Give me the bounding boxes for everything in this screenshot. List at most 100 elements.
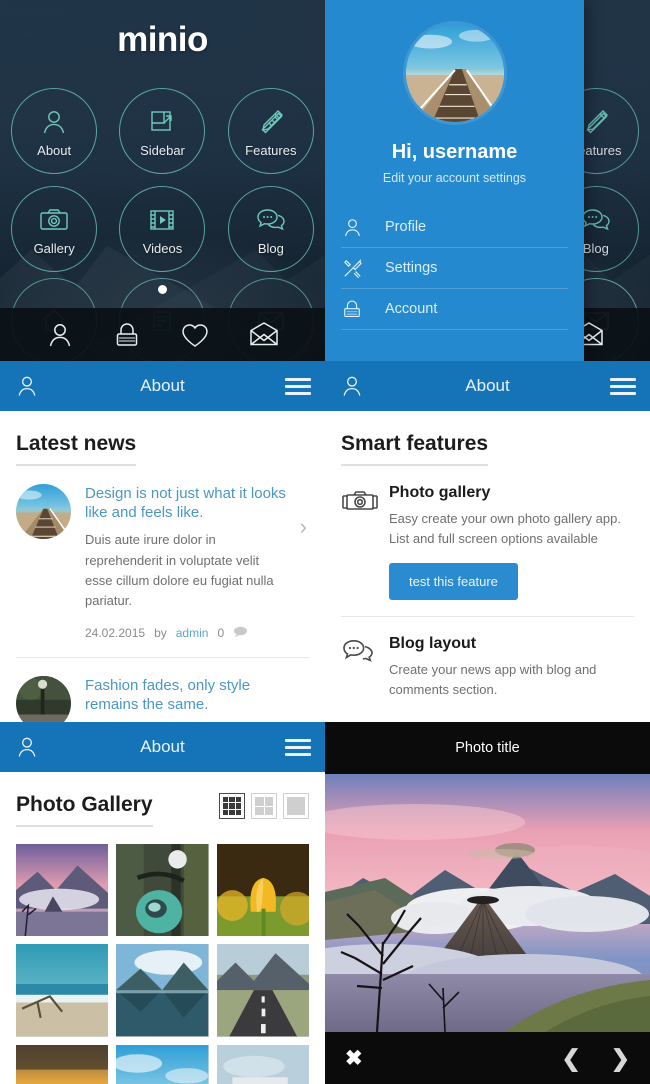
drawer-greeting: Hi, username (391, 141, 518, 163)
news-author[interactable]: admin (176, 626, 209, 640)
home-tile-label: Videos (142, 240, 183, 256)
pencil-ruler-icon (256, 105, 286, 139)
prev-arrow-icon[interactable]: ❮ (561, 1046, 580, 1070)
feature-item-photo-gallery: Photo gallery Easy create your own photo… (341, 466, 634, 601)
gallery-thumb-golden-sunset[interactable] (16, 1044, 109, 1084)
film-play-icon (147, 203, 177, 237)
pager-dot-active[interactable] (158, 285, 167, 294)
test-this-feature-button[interactable]: test this feature (389, 563, 518, 601)
news-thumbnail (16, 484, 71, 539)
next-arrow-icon[interactable]: ❯ (611, 1046, 630, 1070)
drawer-item-account[interactable]: Account (341, 289, 568, 330)
envelope-icon[interactable] (248, 321, 280, 348)
pencil-ruler-icon (581, 105, 611, 139)
grid-2-view-button[interactable] (251, 793, 277, 819)
camera-icon (341, 484, 389, 600)
drawer-menu: Profile Settings Account (325, 207, 584, 330)
home-tile-videos[interactable]: Videos (119, 186, 206, 272)
home-tile-label: Gallery (33, 240, 75, 256)
user-icon[interactable] (14, 734, 54, 760)
user-icon (39, 105, 69, 139)
comment-bubble-icon (233, 626, 248, 641)
features-content: Smart features Photo gallery Easy create… (325, 411, 650, 701)
news-comment-count: 0 (217, 626, 225, 641)
news-by-label: by (154, 626, 167, 641)
drawer-item-settings[interactable]: Settings (341, 248, 568, 289)
street-thumb-image (16, 675, 71, 722)
drawer-item-label: Settings (385, 260, 438, 276)
close-icon[interactable]: ✖ (345, 1046, 363, 1071)
drawer-item-label: Account (385, 301, 438, 317)
home-tile-label: Sidebar (140, 142, 185, 158)
grid-3-view-button[interactable] (219, 793, 245, 819)
news-body: Design is not just what it looks like an… (85, 484, 309, 641)
gallery-thumb-wooden-pier[interactable] (116, 1044, 209, 1084)
news-content: Latest news Design is not just what it l… (0, 411, 325, 722)
features-screen-panel: About Smart features Photo gallery Easy … (325, 361, 650, 722)
news-excerpt: Duis aute irure dolor in reprehenderit i… (85, 532, 274, 608)
feature-text: Easy create your own photo gallery app. … (389, 511, 621, 547)
navbar: About (325, 361, 650, 411)
news-date: 24.02.2015 (85, 626, 146, 641)
hamburger-menu-icon[interactable] (271, 735, 311, 760)
user-icon[interactable] (14, 373, 54, 399)
drawer-item-profile[interactable]: Profile (341, 207, 568, 248)
gallery-thumb-yellow-tulips[interactable] (216, 844, 309, 937)
gallery-thumb-beach-driftwood[interactable] (16, 944, 109, 1037)
home-screen-panel: minio About Sidebar Features Gallery Vid… (0, 0, 325, 361)
news-list-item[interactable]: Design is not just what it looks like an… (16, 466, 309, 641)
gallery-thumb-white-ferry[interactable] (216, 1044, 309, 1084)
drawer-screen-panel: About Sidebar Features Gallery (325, 0, 650, 361)
home-tile-features[interactable]: Features (227, 88, 314, 174)
chat-bubbles-icon (255, 203, 287, 237)
news-heading: Latest news (16, 411, 137, 466)
feature-body: Blog layout Create your news app with bl… (389, 635, 634, 700)
home-tile-blog[interactable]: Blog (227, 186, 314, 272)
lightbox-image[interactable] (325, 774, 650, 1032)
pier-avatar-image (405, 24, 504, 122)
hamburger-glyph (610, 374, 636, 399)
pier-thumb-image (16, 484, 71, 539)
gallery-thumb-mountain-road[interactable] (216, 944, 309, 1037)
gallery-thumb-lake-reflection[interactable] (116, 944, 209, 1037)
home-tile-sidebar[interactable]: Sidebar (119, 88, 206, 174)
user-icon (341, 216, 385, 239)
hamburger-menu-icon[interactable] (271, 374, 311, 399)
user-icon[interactable] (45, 320, 75, 350)
home-pager[interactable] (0, 281, 325, 299)
heart-icon[interactable] (180, 321, 210, 349)
gallery-thumb-green-scooter[interactable] (116, 844, 209, 937)
chevron-right-icon[interactable]: › (300, 516, 307, 538)
news-title[interactable]: Fashion fades, only style remains the sa… (85, 676, 287, 714)
news-screen-panel: About Latest news Design is not just wha… (0, 361, 325, 722)
news-list-item[interactable]: Fashion fades, only style remains the sa… (16, 658, 309, 722)
home-tile-about[interactable]: About (11, 88, 98, 174)
drawer-subtitle: Edit your account settings (382, 171, 527, 185)
gallery-thumb-volcano-sunset[interactable] (16, 844, 109, 937)
hamburger-menu-icon[interactable] (596, 374, 636, 399)
lock-icon (341, 298, 385, 321)
app-brand-title: minio (117, 20, 208, 59)
avatar[interactable] (402, 21, 507, 125)
feature-title: Photo gallery (389, 484, 491, 501)
lock-icon[interactable] (113, 320, 141, 350)
gallery-header: Photo Gallery (16, 772, 309, 827)
camera-icon (38, 203, 70, 237)
chat-bubbles-icon (580, 203, 612, 237)
single-view-button[interactable] (283, 793, 309, 819)
news-meta: 24.02.2015 by admin 0 (85, 626, 287, 641)
gallery-content: Photo Gallery (0, 772, 325, 1084)
news-body: Fashion fades, only style remains the sa… (85, 676, 309, 722)
gallery-screen-panel: About Photo Gallery (0, 722, 325, 1084)
gallery-view-toggles (219, 793, 309, 827)
home-tile-gallery[interactable]: Gallery (11, 186, 98, 272)
navbar: About (0, 722, 325, 772)
news-thumbnail (16, 675, 71, 722)
sidebar-icon (147, 105, 177, 139)
features-heading: Smart features (341, 411, 489, 466)
user-icon[interactable] (339, 373, 379, 399)
news-title[interactable]: Design is not just what it looks like an… (85, 484, 287, 522)
lightbox-toolbar: ✖ ❮ ❯ (325, 1032, 650, 1084)
account-drawer: Hi, username Edit your account settings … (325, 0, 584, 361)
navbar-title: About (465, 376, 510, 395)
